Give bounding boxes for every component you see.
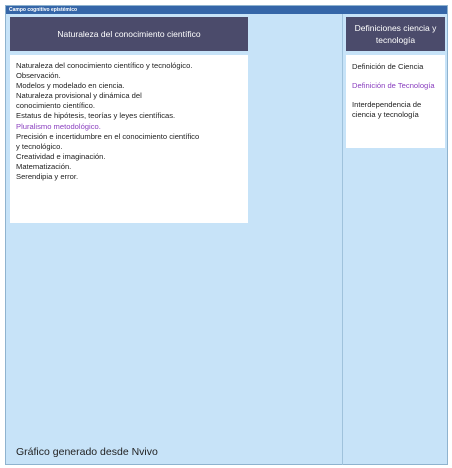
left-panel-item[interactable]: Pluralismo metodológico. bbox=[16, 122, 248, 132]
window-title: Campo cognitivo epistémico bbox=[9, 7, 78, 13]
left-panel-item[interactable]: Naturaleza del conocimiento científico y… bbox=[16, 61, 248, 71]
left-panel-item[interactable]: Naturaleza provisional y dinámica del co… bbox=[16, 91, 248, 111]
left-panel-item[interactable]: Creatividad e imaginación. bbox=[16, 152, 248, 162]
left-column-header: Naturaleza del conocimiento científico bbox=[10, 17, 248, 51]
left-panel-item[interactable]: Matematización. bbox=[16, 162, 248, 172]
right-node-list: Definición de Ciencia Definición de Tecno… bbox=[352, 62, 445, 120]
title-bar: Campo cognitivo epistémico bbox=[6, 6, 447, 14]
nvivo-chart-frame: Campo cognitivo epistémico Naturaleza de… bbox=[5, 5, 448, 465]
right-column-header-label: Definiciones ciencia y tecnología bbox=[354, 23, 437, 45]
right-panel-item[interactable]: Definición de Tecnología bbox=[352, 81, 445, 91]
chart-caption: Gráfico generado desde Nvivo bbox=[16, 446, 158, 458]
right-column-header: Definiciones ciencia y tecnología bbox=[346, 17, 445, 51]
left-column-header-label: Naturaleza del conocimiento científico bbox=[57, 29, 201, 39]
left-panel-item[interactable]: Modelos y modelado en ciencia. bbox=[16, 81, 248, 91]
left-panel-item[interactable]: Observación. bbox=[16, 71, 248, 81]
right-node-card: Definición de Ciencia Definición de Tecno… bbox=[346, 55, 445, 148]
left-panel-item[interactable]: Precisión e incertidumbre en el conocimi… bbox=[16, 132, 248, 152]
left-panel-item[interactable]: Estatus de hipótesis, teorías y leyes ci… bbox=[16, 111, 248, 121]
column-divider bbox=[342, 14, 343, 465]
left-node-list: Naturaleza del conocimiento científico y… bbox=[16, 61, 248, 182]
right-panel-item[interactable]: Interdependencia de ciencia y tecnología bbox=[352, 100, 445, 120]
right-panel-item[interactable]: Definición de Ciencia bbox=[352, 62, 445, 72]
left-panel-item[interactable]: Serendipia y error. bbox=[16, 172, 248, 182]
left-node-card: Naturaleza del conocimiento científico y… bbox=[10, 55, 248, 223]
